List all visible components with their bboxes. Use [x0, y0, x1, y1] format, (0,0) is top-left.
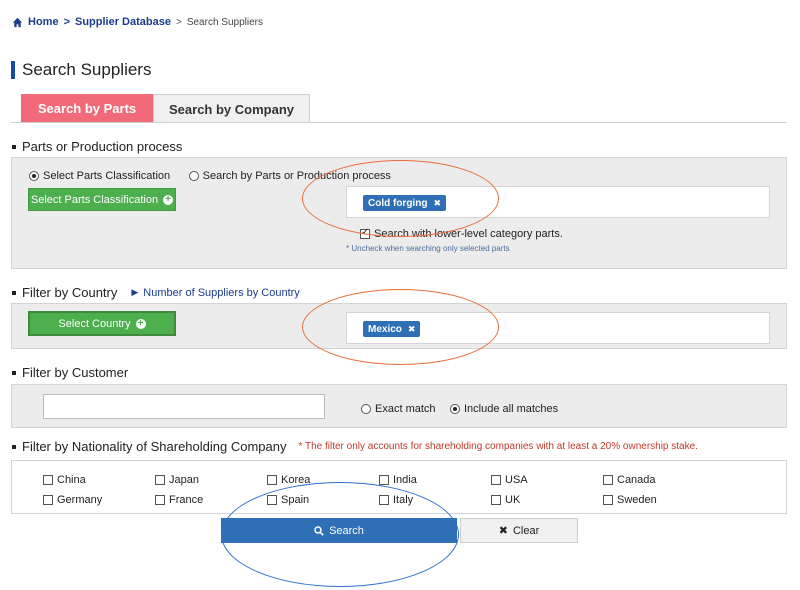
- checkbox-uk[interactable]: UK: [491, 494, 603, 506]
- radio-include-all-matches[interactable]: Include all matches: [449, 403, 558, 415]
- page-title: Search Suppliers: [11, 60, 151, 80]
- customer-section-heading: Filter by Customer: [12, 365, 128, 380]
- breadcrumb-current: Search Suppliers: [186, 16, 263, 28]
- annotation-ellipse-search: [221, 482, 459, 587]
- suppliers-by-country-link[interactable]: ▶ Number of Suppliers by Country: [131, 287, 299, 299]
- parts-section-heading: Parts or Production process: [12, 139, 182, 154]
- tab-divider: [11, 122, 787, 123]
- customer-section-title: Filter by Customer: [22, 365, 129, 380]
- country-section-title: Filter by Country: [22, 285, 118, 300]
- title-accent-bar: [11, 61, 15, 79]
- country-section-heading: Filter by Country ▶ Number of Suppliers …: [12, 285, 300, 300]
- parts-section-title: Parts or Production process: [22, 139, 183, 154]
- radio-exact-match[interactable]: Exact match: [361, 403, 436, 415]
- breadcrumb: Home > Supplier Database > Search Suppli…: [12, 16, 263, 28]
- clear-button[interactable]: ✖ Clear: [460, 518, 578, 543]
- radio-dot[interactable]: [361, 404, 371, 414]
- breadcrumb-supplier-db-link[interactable]: Supplier Database: [75, 16, 171, 28]
- breadcrumb-home-link[interactable]: Home: [28, 16, 59, 28]
- breadcrumb-separator: >: [63, 16, 70, 28]
- nationality-section-heading: Filter by Nationality of Shareholding Co…: [12, 439, 698, 454]
- checkbox-china[interactable]: China: [43, 474, 155, 486]
- select-parts-classification-button[interactable]: Select Parts Classification +: [28, 188, 176, 211]
- page-title-text: Search Suppliers: [22, 60, 152, 79]
- home-icon: [12, 17, 23, 27]
- nationality-note: * The filter only accounts for sharehold…: [298, 441, 698, 452]
- plus-circle-icon: +: [135, 318, 146, 329]
- checkbox-usa[interactable]: USA: [491, 474, 603, 486]
- customer-panel: Exact match Include all matches: [11, 384, 787, 428]
- triangle-right-icon: ▶: [131, 287, 139, 297]
- radio-dot[interactable]: [29, 171, 39, 181]
- radio-select-classification[interactable]: Select Parts Classification: [29, 170, 170, 182]
- radio-dot[interactable]: [449, 404, 460, 414]
- close-icon: ✖: [498, 525, 508, 537]
- plus-circle-icon: +: [163, 194, 174, 205]
- annotation-ellipse-parts: [302, 160, 499, 237]
- checkbox-japan[interactable]: Japan: [155, 474, 267, 486]
- select-country-button[interactable]: Select Country +: [28, 311, 176, 336]
- annotation-ellipse-country: [302, 289, 499, 365]
- customer-input[interactable]: [43, 394, 325, 419]
- checkbox-india[interactable]: India: [379, 474, 491, 486]
- tab-search-by-parts[interactable]: Search by Parts: [21, 94, 153, 123]
- radio-dot[interactable]: [188, 171, 199, 181]
- nationality-section-title: Filter by Nationality of Shareholding Co…: [22, 439, 287, 454]
- customer-match-radio-group: Exact match Include all matches: [361, 401, 558, 419]
- search-tabs: Search by Parts Search by Company: [21, 94, 310, 123]
- tab-search-by-company[interactable]: Search by Company: [153, 94, 310, 123]
- lower-level-note: * Uncheck when searching only selected p…: [346, 244, 510, 253]
- checkbox-sweden[interactable]: Sweden: [603, 494, 715, 506]
- checkbox-germany[interactable]: Germany: [43, 494, 155, 506]
- breadcrumb-separator: >: [175, 16, 182, 28]
- checkbox-canada[interactable]: Canada: [603, 474, 715, 486]
